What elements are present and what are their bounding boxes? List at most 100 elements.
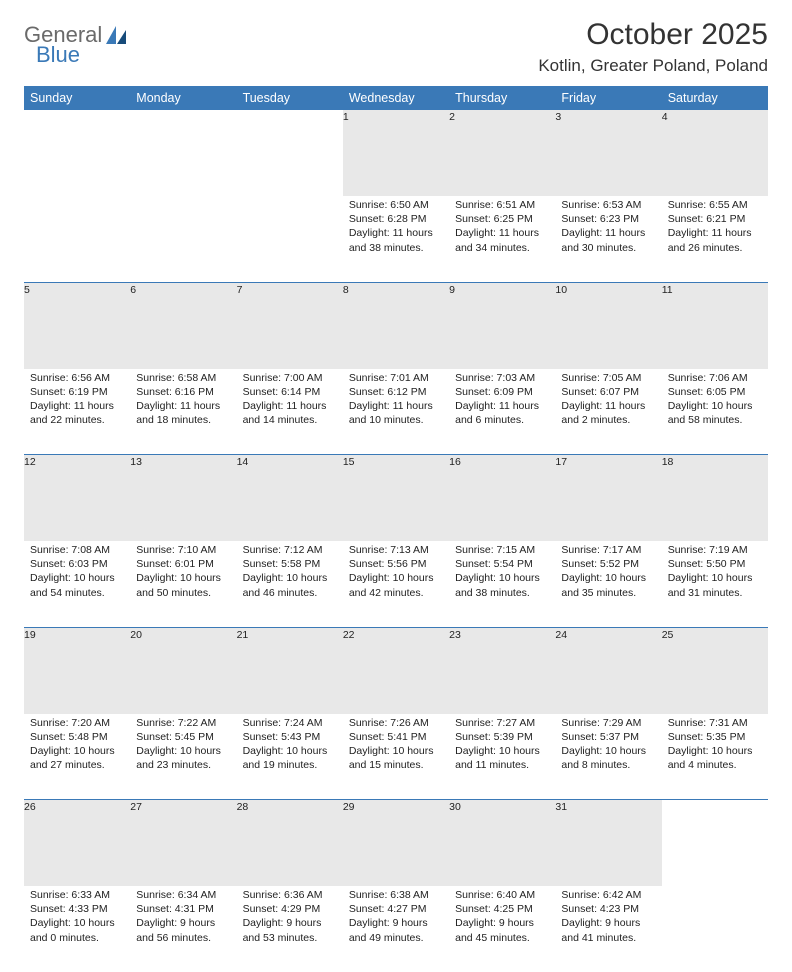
daylight-line: Daylight: 10 hours and 19 minutes. xyxy=(243,744,337,772)
daylight-line: Daylight: 11 hours and 30 minutes. xyxy=(561,226,655,254)
daylight-line: Daylight: 11 hours and 6 minutes. xyxy=(455,399,549,427)
day-cell-body: Sunrise: 6:42 AMSunset: 4:23 PMDaylight:… xyxy=(555,886,661,949)
daylight-line: Daylight: 11 hours and 18 minutes. xyxy=(136,399,230,427)
sunrise-line: Sunrise: 7:06 AM xyxy=(668,371,762,385)
day-number: 10 xyxy=(555,283,661,369)
sunset-line: Sunset: 4:33 PM xyxy=(30,902,124,916)
sunrise-line: Sunrise: 7:19 AM xyxy=(668,543,762,557)
day-cell-body: Sunrise: 6:55 AMSunset: 6:21 PMDaylight:… xyxy=(662,196,768,259)
sunset-line: Sunset: 5:43 PM xyxy=(243,730,337,744)
sunset-line: Sunset: 5:45 PM xyxy=(136,730,230,744)
day-number: 15 xyxy=(343,455,449,541)
daylight-line: Daylight: 10 hours and 11 minutes. xyxy=(455,744,549,772)
day-cell: Sunrise: 6:58 AMSunset: 6:16 PMDaylight:… xyxy=(130,369,236,455)
day-cell-body: Sunrise: 7:05 AMSunset: 6:07 PMDaylight:… xyxy=(555,369,661,432)
sunset-line: Sunset: 6:16 PM xyxy=(136,385,230,399)
sunset-line: Sunset: 5:41 PM xyxy=(349,730,443,744)
day-number: 27 xyxy=(130,800,236,886)
sunset-line: Sunset: 4:23 PM xyxy=(561,902,655,916)
day-cell-body: Sunrise: 7:03 AMSunset: 6:09 PMDaylight:… xyxy=(449,369,555,432)
sunset-line: Sunset: 4:27 PM xyxy=(349,902,443,916)
day-cell: Sunrise: 7:03 AMSunset: 6:09 PMDaylight:… xyxy=(449,369,555,455)
sunrise-line: Sunrise: 7:12 AM xyxy=(243,543,337,557)
sunrise-line: Sunrise: 6:51 AM xyxy=(455,198,549,212)
daylight-line: Daylight: 10 hours and 15 minutes. xyxy=(349,744,443,772)
day-cell-body: Sunrise: 7:20 AMSunset: 5:48 PMDaylight:… xyxy=(24,714,130,777)
day-cell: Sunrise: 6:53 AMSunset: 6:23 PMDaylight:… xyxy=(555,196,661,282)
daylight-line: Daylight: 11 hours and 14 minutes. xyxy=(243,399,337,427)
sunset-line: Sunset: 6:25 PM xyxy=(455,212,549,226)
weekday-header: Tuesday xyxy=(237,86,343,110)
day-content-row: Sunrise: 6:56 AMSunset: 6:19 PMDaylight:… xyxy=(24,369,768,455)
day-cell-body: Sunrise: 7:26 AMSunset: 5:41 PMDaylight:… xyxy=(343,714,449,777)
brand-bottom: Blue xyxy=(36,44,102,66)
day-number: 20 xyxy=(130,628,236,714)
day-cell: Sunrise: 7:00 AMSunset: 6:14 PMDaylight:… xyxy=(237,369,343,455)
sunset-line: Sunset: 6:03 PM xyxy=(30,557,124,571)
day-cell: Sunrise: 7:20 AMSunset: 5:48 PMDaylight:… xyxy=(24,714,130,800)
day-cell: Sunrise: 7:10 AMSunset: 6:01 PMDaylight:… xyxy=(130,541,236,627)
day-cell-body: Sunrise: 7:01 AMSunset: 6:12 PMDaylight:… xyxy=(343,369,449,432)
day-cell-body: Sunrise: 7:15 AMSunset: 5:54 PMDaylight:… xyxy=(449,541,555,604)
day-number: 18 xyxy=(662,455,768,541)
day-cell: Sunrise: 6:51 AMSunset: 6:25 PMDaylight:… xyxy=(449,196,555,282)
day-cell: Sunrise: 6:50 AMSunset: 6:28 PMDaylight:… xyxy=(343,196,449,282)
sunrise-line: Sunrise: 7:08 AM xyxy=(30,543,124,557)
daylight-line: Daylight: 10 hours and 58 minutes. xyxy=(668,399,762,427)
day-cell-body: Sunrise: 6:38 AMSunset: 4:27 PMDaylight:… xyxy=(343,886,449,949)
day-cell: Sunrise: 7:17 AMSunset: 5:52 PMDaylight:… xyxy=(555,541,661,627)
day-content-row: Sunrise: 6:33 AMSunset: 4:33 PMDaylight:… xyxy=(24,886,768,972)
sunset-line: Sunset: 6:28 PM xyxy=(349,212,443,226)
day-content-row: Sunrise: 6:50 AMSunset: 6:28 PMDaylight:… xyxy=(24,196,768,282)
sunset-line: Sunset: 6:14 PM xyxy=(243,385,337,399)
day-number-row: 12131415161718 xyxy=(24,455,768,541)
sunrise-line: Sunrise: 6:56 AM xyxy=(30,371,124,385)
sunrise-line: Sunrise: 7:10 AM xyxy=(136,543,230,557)
day-cell-body: Sunrise: 7:17 AMSunset: 5:52 PMDaylight:… xyxy=(555,541,661,604)
day-number: 22 xyxy=(343,628,449,714)
weekday-header: Saturday xyxy=(662,86,768,110)
day-cell xyxy=(24,196,130,282)
daylight-line: Daylight: 10 hours and 50 minutes. xyxy=(136,571,230,599)
day-cell: Sunrise: 7:01 AMSunset: 6:12 PMDaylight:… xyxy=(343,369,449,455)
daylight-line: Daylight: 11 hours and 26 minutes. xyxy=(668,226,762,254)
sunset-line: Sunset: 6:05 PM xyxy=(668,385,762,399)
day-cell: Sunrise: 7:12 AMSunset: 5:58 PMDaylight:… xyxy=(237,541,343,627)
day-number: 25 xyxy=(662,628,768,714)
sunset-line: Sunset: 6:01 PM xyxy=(136,557,230,571)
sail-icon xyxy=(106,26,128,51)
day-cell-body: Sunrise: 7:06 AMSunset: 6:05 PMDaylight:… xyxy=(662,369,768,432)
day-number xyxy=(24,110,130,196)
daylight-line: Daylight: 9 hours and 45 minutes. xyxy=(455,916,549,944)
daylight-line: Daylight: 10 hours and 54 minutes. xyxy=(30,571,124,599)
day-cell-body: Sunrise: 6:40 AMSunset: 4:25 PMDaylight:… xyxy=(449,886,555,949)
daylight-line: Daylight: 10 hours and 46 minutes. xyxy=(243,571,337,599)
sunrise-line: Sunrise: 7:29 AM xyxy=(561,716,655,730)
sunrise-line: Sunrise: 7:24 AM xyxy=(243,716,337,730)
sunrise-line: Sunrise: 7:03 AM xyxy=(455,371,549,385)
sunset-line: Sunset: 5:52 PM xyxy=(561,557,655,571)
daylight-line: Daylight: 9 hours and 49 minutes. xyxy=(349,916,443,944)
sunset-line: Sunset: 6:07 PM xyxy=(561,385,655,399)
day-number: 3 xyxy=(555,110,661,196)
daylight-line: Daylight: 11 hours and 38 minutes. xyxy=(349,226,443,254)
sunset-line: Sunset: 5:35 PM xyxy=(668,730,762,744)
day-number-row: 567891011 xyxy=(24,283,768,369)
day-cell: Sunrise: 6:33 AMSunset: 4:33 PMDaylight:… xyxy=(24,886,130,972)
sunset-line: Sunset: 6:12 PM xyxy=(349,385,443,399)
daylight-line: Daylight: 11 hours and 2 minutes. xyxy=(561,399,655,427)
day-cell: Sunrise: 6:56 AMSunset: 6:19 PMDaylight:… xyxy=(24,369,130,455)
day-cell: Sunrise: 7:05 AMSunset: 6:07 PMDaylight:… xyxy=(555,369,661,455)
header: General Blue October 2025 Kotlin, Greate… xyxy=(24,18,768,76)
day-cell-body: Sunrise: 7:13 AMSunset: 5:56 PMDaylight:… xyxy=(343,541,449,604)
weekday-header: Friday xyxy=(555,86,661,110)
sunrise-line: Sunrise: 7:05 AM xyxy=(561,371,655,385)
day-number: 8 xyxy=(343,283,449,369)
day-cell: Sunrise: 6:40 AMSunset: 4:25 PMDaylight:… xyxy=(449,886,555,972)
sunrise-line: Sunrise: 7:15 AM xyxy=(455,543,549,557)
day-cell-body: Sunrise: 7:22 AMSunset: 5:45 PMDaylight:… xyxy=(130,714,236,777)
day-content-row: Sunrise: 7:20 AMSunset: 5:48 PMDaylight:… xyxy=(24,714,768,800)
day-number-row: 19202122232425 xyxy=(24,628,768,714)
day-cell: Sunrise: 7:24 AMSunset: 5:43 PMDaylight:… xyxy=(237,714,343,800)
day-cell-body: Sunrise: 6:53 AMSunset: 6:23 PMDaylight:… xyxy=(555,196,661,259)
